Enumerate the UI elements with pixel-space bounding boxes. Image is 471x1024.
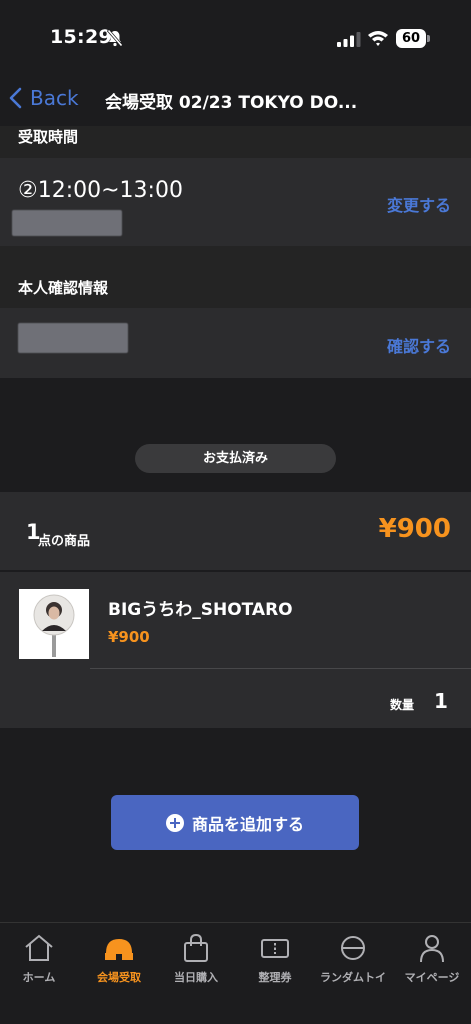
home-icon xyxy=(25,934,53,961)
item-name: BIGうちわ_SHOTARO xyxy=(108,600,293,620)
order-item[interactable]: BIGうちわ_SHOTARO ¥900 数量 1 xyxy=(0,572,471,728)
change-pickup-time-link[interactable]: 変更する xyxy=(387,192,451,216)
item-thumbnail xyxy=(19,589,89,659)
redacted-identity xyxy=(18,323,128,353)
item-count-suffix: 点の商品 xyxy=(38,534,91,549)
random-toy-icon xyxy=(341,936,365,960)
add-item-label: 商品を追加する xyxy=(191,814,304,834)
order-total: ¥900 xyxy=(378,514,451,544)
person-icon xyxy=(420,935,444,963)
item-price: ¥900 xyxy=(108,628,150,646)
confirm-identity-link[interactable]: 確認する xyxy=(387,333,451,357)
tab-venue-pickup-label: 会場受取 xyxy=(97,971,141,984)
pickup-time-header-label: 受取時間 xyxy=(18,128,79,146)
ticket-icon xyxy=(261,939,289,958)
pickup-time-card: ②12:00~13:00 変更する xyxy=(0,158,471,246)
tab-bar: ホーム 会場受取 当日購入 整理券 ランダムトイ マイページ xyxy=(0,922,471,1024)
plus-circle-icon xyxy=(165,813,184,832)
pickup-time-slot: ②12:00~13:00 xyxy=(18,178,183,203)
add-item-button[interactable]: 商品を追加する xyxy=(111,795,359,850)
venue-icon xyxy=(105,939,133,960)
tab-random-toy[interactable]: ランダムトイ xyxy=(314,933,392,993)
navigation-bar: Back 会場受取 02/23 TOKYO DO... xyxy=(0,70,471,126)
battery-indicator: 60 xyxy=(396,29,430,48)
tab-my-page[interactable]: マイページ xyxy=(393,933,471,993)
tab-venue-pickup[interactable]: 会場受取 xyxy=(80,933,158,993)
item-divider xyxy=(90,668,471,669)
tab-my-page-label: マイページ xyxy=(404,971,460,984)
tab-numbered-ticket-label: 整理券 xyxy=(258,971,292,984)
back-label: Back xyxy=(30,86,79,110)
pickup-time-header: 受取時間 xyxy=(0,126,471,158)
identity-card: 確認する xyxy=(0,308,471,378)
battery-tip xyxy=(427,35,430,42)
page-title: 会場受取 02/23 TOKYO DO... xyxy=(105,93,358,113)
chevron-left-icon xyxy=(9,87,22,109)
order-summary: 1 点の商品 ¥900 xyxy=(0,492,471,570)
battery-level: 60 xyxy=(396,29,426,48)
tab-random-toy-label: ランダムトイ xyxy=(320,971,386,984)
status-time: 15:29 xyxy=(50,26,112,48)
shopping-bag-icon xyxy=(184,933,208,962)
fan-image-icon xyxy=(33,594,75,657)
quantity-label: 数量 xyxy=(390,698,415,712)
identity-header-label: 本人確認情報 xyxy=(18,279,109,297)
tab-home[interactable]: ホーム xyxy=(0,933,78,993)
quantity-value: 1 xyxy=(434,689,448,713)
tab-same-day-purchase[interactable]: 当日購入 xyxy=(157,933,235,993)
status-bar: 15:29 60 xyxy=(0,0,471,70)
wifi-icon xyxy=(368,31,388,46)
payment-status-badge: お支払済み xyxy=(135,444,336,473)
cellular-signal-icon xyxy=(337,32,361,47)
tab-numbered-ticket[interactable]: 整理券 xyxy=(236,933,314,993)
bell-muted-icon xyxy=(107,29,123,47)
identity-header: 本人確認情報 xyxy=(0,246,471,308)
back-button[interactable]: Back xyxy=(8,84,79,112)
redacted-detail xyxy=(12,210,122,236)
tab-home-label: ホーム xyxy=(22,971,56,984)
tab-same-day-purchase-label: 当日購入 xyxy=(174,971,218,984)
